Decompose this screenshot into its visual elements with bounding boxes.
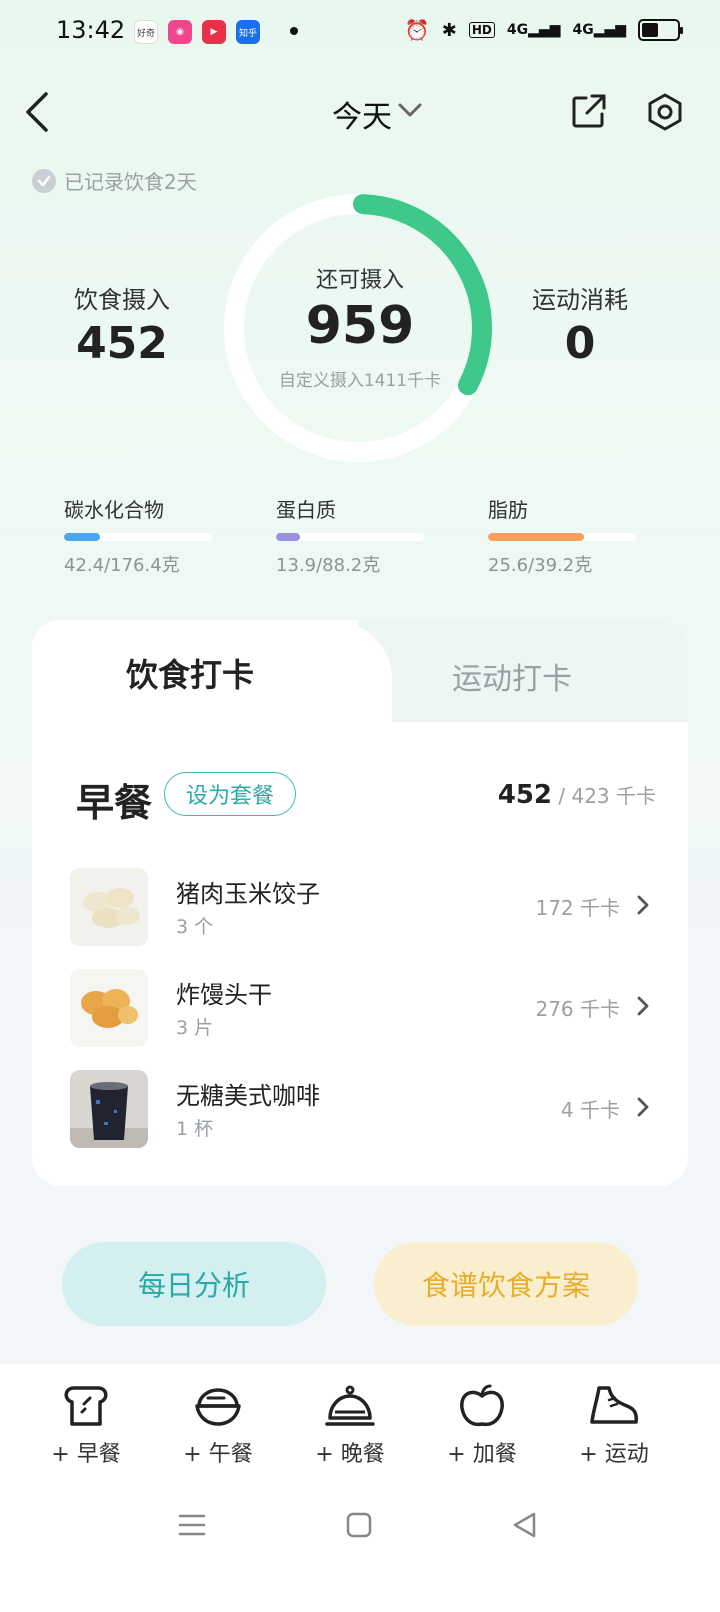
- recorded-days: 已记录饮食2天: [32, 166, 197, 195]
- macro-protein: 蛋白质 13.9/88.2克: [276, 494, 424, 577]
- signal-icon-1: 4G▂▄▆: [506, 22, 561, 38]
- add-dinner-label: + 晚餐: [315, 1442, 385, 1467]
- cloche-icon: [325, 1385, 375, 1426]
- zhihu-icon: 知乎: [236, 20, 260, 44]
- macro-bar-fill: [64, 533, 100, 541]
- macro-name: 脂肪: [488, 498, 528, 522]
- meal-card: 饮食打卡 运动打卡 早餐 设为套餐 452 / 423 千卡 猪肉玉米饺子 3 …: [32, 620, 688, 1186]
- settings-button[interactable]: [646, 92, 684, 136]
- gear-icon: [648, 93, 682, 131]
- intake-label: 饮食摄入: [74, 286, 170, 314]
- macro-bar: [488, 533, 636, 541]
- macro-bar-fill: [488, 533, 585, 541]
- notification-dot: [290, 27, 298, 35]
- macro-bar: [276, 533, 424, 541]
- alarm-icon: ⏰: [404, 18, 430, 42]
- chevron-right-icon: [637, 996, 649, 1016]
- status-icons: ⏰ ✱ HD 4G▂▄▆ 4G▂▄▆: [404, 18, 683, 42]
- share-icon: [572, 94, 606, 128]
- date-selector[interactable]: 今天: [332, 92, 392, 136]
- shoe-icon: [590, 1386, 638, 1424]
- ring-progress-arc: [352, 194, 492, 396]
- add-snack-button[interactable]: + 加餐: [422, 1384, 542, 1468]
- toast-icon: [64, 1386, 108, 1426]
- food-item[interactable]: 炸馒头干 3 片 276 千卡: [70, 969, 650, 1049]
- back-button[interactable]: [22, 90, 62, 134]
- meal-kcal-target: / 423 千卡: [552, 784, 656, 808]
- burn-value: 0: [564, 318, 596, 369]
- food-name: 无糖美式咖啡: [176, 1082, 320, 1110]
- check-icon: [32, 168, 56, 193]
- remaining-label: 还可摄入: [315, 268, 404, 293]
- intake-value: 452: [76, 318, 168, 369]
- burn-label: 运动消耗: [532, 286, 628, 314]
- add-lunch-label: + 午餐: [183, 1442, 253, 1467]
- recipe-plan-button[interactable]: 食谱饮食方案: [374, 1242, 638, 1326]
- back-triangle-icon[interactable]: [512, 1512, 538, 1538]
- food-quantity: 1 杯: [176, 1118, 214, 1140]
- video-icon: ▶: [202, 20, 226, 44]
- add-exercise-label: + 运动: [579, 1442, 649, 1467]
- food-kcal: 172 千卡: [535, 896, 620, 920]
- macro-name: 蛋白质: [276, 498, 336, 522]
- dumpling-image: [70, 868, 148, 946]
- add-exercise-button[interactable]: + 运动: [554, 1384, 674, 1468]
- food-item[interactable]: 无糖美式咖啡 1 杯 4 千卡: [70, 1070, 650, 1150]
- remaining-value: 959: [305, 296, 415, 356]
- macro-name: 碳水化合物: [64, 498, 164, 522]
- system-nav-bar: [0, 1500, 720, 1612]
- food-kcal: 4 千卡: [560, 1098, 620, 1122]
- status-bar: 13:42 好奇 ◉ ▶ 知乎 ⏰ ✱ HD 4G▂▄▆ 4G▂▄▆: [0, 0, 720, 64]
- food-kcal: 276 千卡: [535, 997, 620, 1021]
- macro-bar: [64, 533, 212, 541]
- chevron-down-icon[interactable]: [398, 102, 422, 122]
- food-name: 炸馒头干: [176, 981, 272, 1009]
- hd-icon: HD: [468, 22, 495, 38]
- bowl-icon: [195, 1388, 241, 1426]
- chevron-left-icon: [26, 92, 48, 132]
- chevron-right-icon: [637, 895, 649, 915]
- macro-carbs: 碳水化合物 42.4/176.4克: [64, 494, 212, 577]
- meal-kcal: 452 / 423 千卡: [498, 780, 656, 810]
- share-button[interactable]: [570, 92, 608, 134]
- food-name: 猪肉玉米饺子: [176, 880, 320, 908]
- bluetooth-icon: ✱: [441, 19, 457, 41]
- app-icon-2: ◉: [168, 20, 192, 44]
- target-text: 自定义摄入1411千卡: [278, 371, 442, 391]
- home-icon[interactable]: [346, 1512, 372, 1538]
- food-item[interactable]: 猪肉玉米饺子 3 个 172 千卡: [70, 868, 650, 948]
- macro-value: 42.4/176.4克: [64, 555, 180, 576]
- daily-analysis-button[interactable]: 每日分析: [62, 1242, 326, 1326]
- chevron-right-icon: [637, 1097, 649, 1117]
- recorded-text: 已记录饮食2天: [64, 170, 197, 194]
- macro-bar-fill: [276, 533, 300, 541]
- macro-fat: 脂肪 25.6/39.2克: [488, 494, 636, 577]
- add-snack-label: + 加餐: [447, 1442, 517, 1467]
- coffee-image: [70, 1070, 148, 1148]
- meal-kcal-current: 452: [497, 780, 553, 810]
- menu-icon[interactable]: [178, 1512, 206, 1538]
- add-lunch-button[interactable]: + 午餐: [158, 1384, 278, 1468]
- add-breakfast-label: + 早餐: [51, 1442, 121, 1467]
- haoqi-icon: 好奇: [134, 20, 158, 44]
- set-as-combo-button[interactable]: 设为套餐: [164, 772, 296, 816]
- add-dinner-button[interactable]: + 晚餐: [290, 1384, 410, 1468]
- macro-value: 25.6/39.2克: [488, 555, 593, 576]
- food-quantity: 3 片: [176, 1017, 214, 1039]
- tab-diet-checkin[interactable]: 饮食打卡: [126, 650, 254, 696]
- add-breakfast-button[interactable]: + 早餐: [26, 1384, 146, 1468]
- fried-bread-image: [70, 969, 148, 1047]
- signal-icon-2: 4G▂▄▆: [572, 22, 626, 38]
- macro-value: 13.9/88.2克: [276, 555, 381, 576]
- meal-title: 早餐: [76, 781, 153, 825]
- clock: 13:42: [56, 16, 126, 44]
- battery-icon: [638, 19, 683, 41]
- tab-exercise-checkin[interactable]: 运动打卡: [452, 654, 572, 698]
- food-quantity: 3 个: [176, 916, 214, 938]
- apple-icon: [460, 1384, 504, 1427]
